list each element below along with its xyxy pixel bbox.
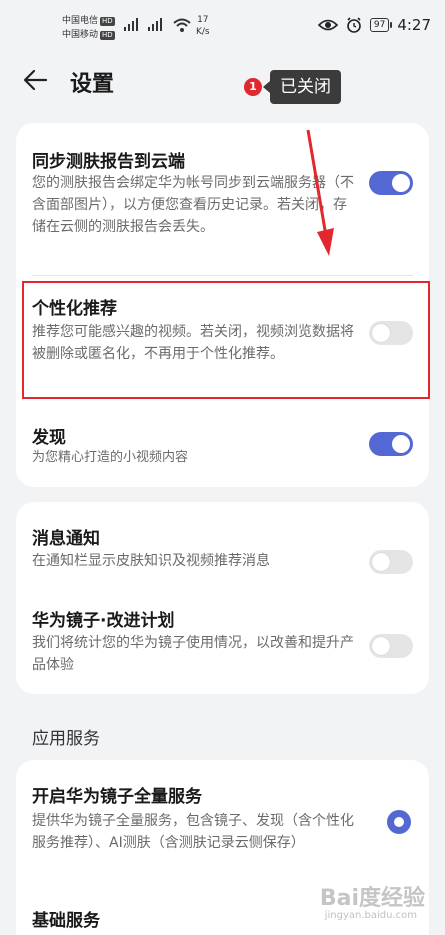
full-service-desc: 提供华为镜子全量服务，包含镜子、发现（含个性化服务推荐）、AI测肤（含测肤记录云… <box>32 813 354 851</box>
highlight-box <box>22 281 430 399</box>
carrier-info: 中国电信 HD 中国移动 HD <box>62 14 115 42</box>
notification-settings-card: 消息通知 在通知栏显示皮肤知识及视频推荐消息 华为镜子·改进计划 我们将统计您的… <box>16 502 429 694</box>
discover-desc: 为您精心打造的小视频内容 <box>32 450 189 465</box>
discover-toggle[interactable] <box>369 432 413 456</box>
notification-toggle[interactable] <box>369 550 413 574</box>
signal-icon <box>124 18 138 31</box>
notification-row[interactable]: 消息通知 在通知栏显示皮肤知识及视频推荐消息 <box>16 502 429 580</box>
sync-report-row[interactable]: 同步测肤报告到云端 您的测肤报告会绑定华为帐号同步到云端服务器（不含面部图片），… <box>16 123 429 273</box>
carrier-1: 中国电信 <box>62 16 99 26</box>
eye-icon <box>317 19 338 31</box>
annotation-arrow-icon <box>306 129 334 256</box>
alarm-icon <box>347 17 361 33</box>
notification-title: 消息通知 <box>32 529 100 549</box>
full-service-row[interactable]: 开启华为镜子全量服务 提供华为镜子全量服务，包含镜子、发现（含个性化服务推荐）、… <box>16 760 429 890</box>
notification-desc: 在通知栏显示皮肤知识及视频推荐消息 <box>32 553 270 569</box>
annotation-label: 已关闭 <box>263 70 341 104</box>
annotation-tooltip: 1 已关闭 <box>244 70 341 104</box>
page-title: 设置 <box>70 72 115 97</box>
watermark: Bai度经验 <box>319 886 425 911</box>
carrier-2: 中国移动 <box>62 30 99 40</box>
basic-service-title: 基础服务 <box>32 911 100 931</box>
annotation-number: 1 <box>244 78 262 96</box>
network-speed: 17 K/s <box>196 15 210 37</box>
full-service-radio[interactable] <box>387 810 411 834</box>
improvement-plan-toggle[interactable] <box>369 634 413 658</box>
discover-row[interactable]: 发现 为您精心打造的小视频内容 <box>16 413 429 487</box>
sync-report-toggle[interactable] <box>369 171 413 195</box>
status-bar: 中国电信 HD 中国移动 HD 17 K/s 97 4:27 <box>0 0 445 50</box>
watermark-url: jingyan.baidu.com <box>324 910 417 921</box>
improvement-plan-row[interactable]: 华为镜子·改进计划 我们将统计您的华为镜子使用情况，以改善和提升产品体验 <box>16 594 429 694</box>
section-label-app-services: 应用服务 <box>32 729 100 749</box>
full-service-title: 开启华为镜子全量服务 <box>32 787 202 807</box>
improvement-plan-desc: 我们将统计您的华为镜子使用情况，以改善和提升产品体验 <box>32 635 354 673</box>
discover-title: 发现 <box>32 428 66 448</box>
improvement-plan-title: 华为镜子·改进计划 <box>32 611 175 631</box>
back-arrow-icon[interactable] <box>22 66 50 94</box>
clock: 4:27 <box>397 16 431 34</box>
hd-badge: HD <box>100 31 115 40</box>
app-header: 设置 <box>0 62 445 102</box>
wifi-icon <box>173 18 191 32</box>
hd-badge: HD <box>100 17 115 26</box>
sync-report-title: 同步测肤报告到云端 <box>32 152 185 172</box>
battery-icon: 97 <box>369 18 393 32</box>
signal-icon <box>148 18 162 31</box>
